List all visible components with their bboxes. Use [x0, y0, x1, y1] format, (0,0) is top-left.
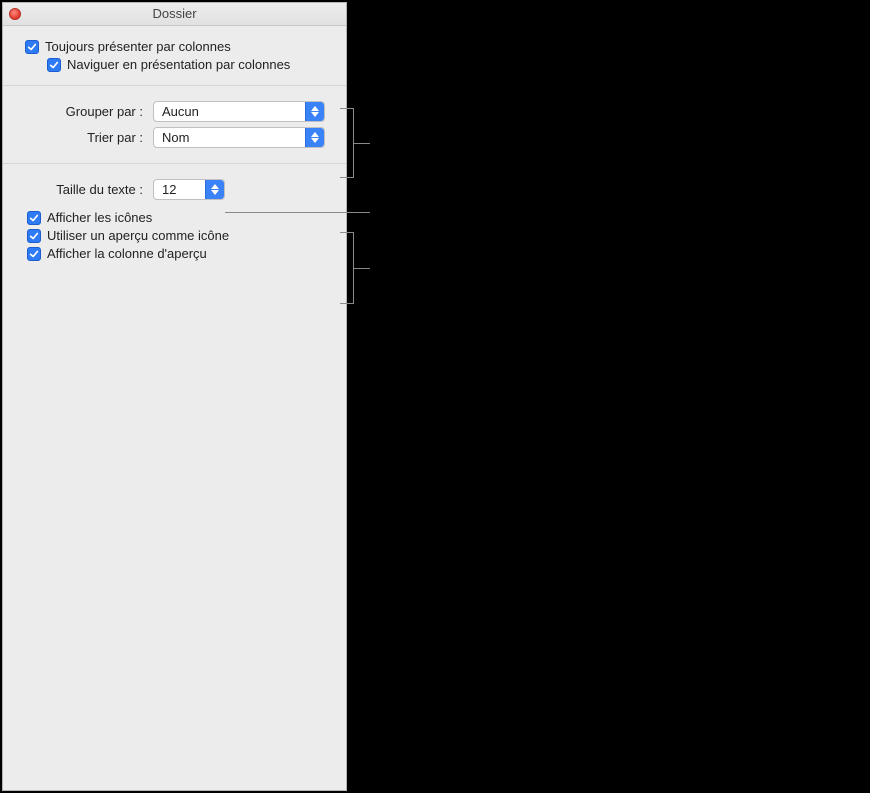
checkbox-always-columns[interactable]: [25, 40, 39, 54]
annotation-line: [225, 212, 370, 213]
annotation-line: [354, 268, 370, 269]
check-icon: [29, 231, 39, 241]
annotation-bracket: [340, 108, 354, 178]
window-title: Dossier: [152, 6, 196, 21]
annotation-bracket: [340, 232, 354, 304]
annotation-line: [354, 143, 370, 144]
select-text-size[interactable]: 12: [153, 179, 225, 200]
close-button[interactable]: [9, 8, 21, 20]
updown-icon: [205, 180, 224, 199]
checkbox-navigate-columns[interactable]: [47, 58, 61, 72]
check-icon: [29, 249, 39, 259]
updown-icon: [305, 102, 324, 121]
select-group-by[interactable]: Aucun: [153, 101, 325, 122]
checkbox-use-preview-icon[interactable]: [27, 229, 41, 243]
label-show-icons: Afficher les icônes: [47, 210, 152, 225]
view-options-window: Dossier Toujours présenter par colonnes …: [2, 2, 347, 791]
label-navigate-columns: Naviguer en présentation par colonnes: [67, 57, 290, 72]
select-text-size-value: 12: [162, 182, 176, 197]
label-always-columns: Toujours présenter par colonnes: [45, 39, 231, 54]
label-group-by: Grouper par :: [25, 104, 143, 119]
label-sort-by: Trier par :: [25, 130, 143, 145]
section-presentation: Toujours présenter par colonnes Naviguer…: [3, 26, 346, 86]
checkbox-show-icons[interactable]: [27, 211, 41, 225]
select-sort-by-value: Nom: [162, 130, 189, 145]
check-icon: [29, 213, 39, 223]
checkbox-show-preview-column[interactable]: [27, 247, 41, 261]
check-icon: [49, 60, 59, 70]
select-sort-by[interactable]: Nom: [153, 127, 325, 148]
label-use-preview-icon: Utiliser un aperçu comme icône: [47, 228, 229, 243]
label-show-preview-column: Afficher la colonne d'aperçu: [47, 246, 207, 261]
section-display: Taille du texte : 12 Afficher les icônes: [3, 164, 346, 274]
select-group-by-value: Aucun: [162, 104, 199, 119]
updown-icon: [305, 128, 324, 147]
titlebar: Dossier: [3, 3, 346, 26]
section-grouping: Grouper par : Aucun Trier par : Nom: [3, 86, 346, 164]
label-text-size: Taille du texte :: [25, 182, 143, 197]
check-icon: [27, 42, 37, 52]
